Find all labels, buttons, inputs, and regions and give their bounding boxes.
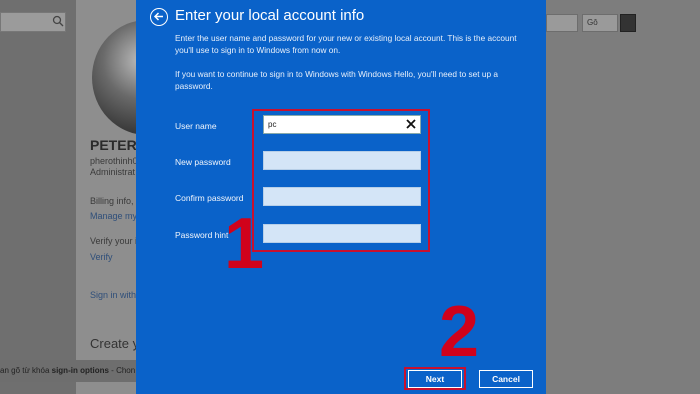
background-sign-in-link: Sign in with — [90, 290, 137, 300]
bottom-hint-bold: sign-in options — [51, 366, 109, 375]
background-user-role: Administrat — [90, 167, 136, 177]
background-dropdown — [546, 14, 578, 32]
background-verify-text: Verify your id — [90, 236, 143, 246]
dialog-description-2: If you want to continue to sign in to Wi… — [175, 69, 499, 91]
background-verify-link: Verify — [90, 252, 113, 262]
background-right-area — [546, 0, 700, 394]
background-user-name: PETER — [90, 137, 137, 153]
background-bottom-hint: an gõ từ khóa sign-in options - Chon — [0, 366, 135, 375]
back-button[interactable] — [150, 8, 168, 26]
user-name-label: User name — [175, 121, 217, 131]
local-account-dialog: Enter your local account info Enter the … — [136, 0, 546, 394]
annotation-fields-highlight — [252, 109, 430, 252]
expand-icon — [620, 14, 636, 32]
annotation-step-2: 2 — [439, 292, 480, 372]
background-manage-link: Manage my — [90, 211, 138, 221]
bottom-hint-suffix: - Chon — [108, 366, 136, 375]
annotation-step-1: 1 — [224, 204, 265, 284]
bottom-hint-prefix: an gõ từ khóa — [0, 366, 52, 375]
new-password-label: New password — [175, 157, 231, 167]
back-arrow-icon — [153, 12, 163, 21]
confirm-password-label: Confirm password — [175, 193, 244, 203]
cancel-button[interactable]: Cancel — [479, 370, 533, 388]
dialog-title: Enter your local account info — [175, 7, 365, 24]
dialog-description-1: Enter the user name and password for you… — [175, 33, 517, 55]
background-user-email: pherothinh0 — [90, 156, 138, 166]
background-dropdown-2: Gô — [582, 14, 618, 32]
background-left-nav — [0, 0, 76, 394]
annotation-next-highlight — [404, 367, 466, 390]
background-billing-text: Billing info, f — [90, 196, 139, 206]
search-icon — [52, 15, 64, 27]
password-hint-label: Password hint — [175, 230, 229, 240]
